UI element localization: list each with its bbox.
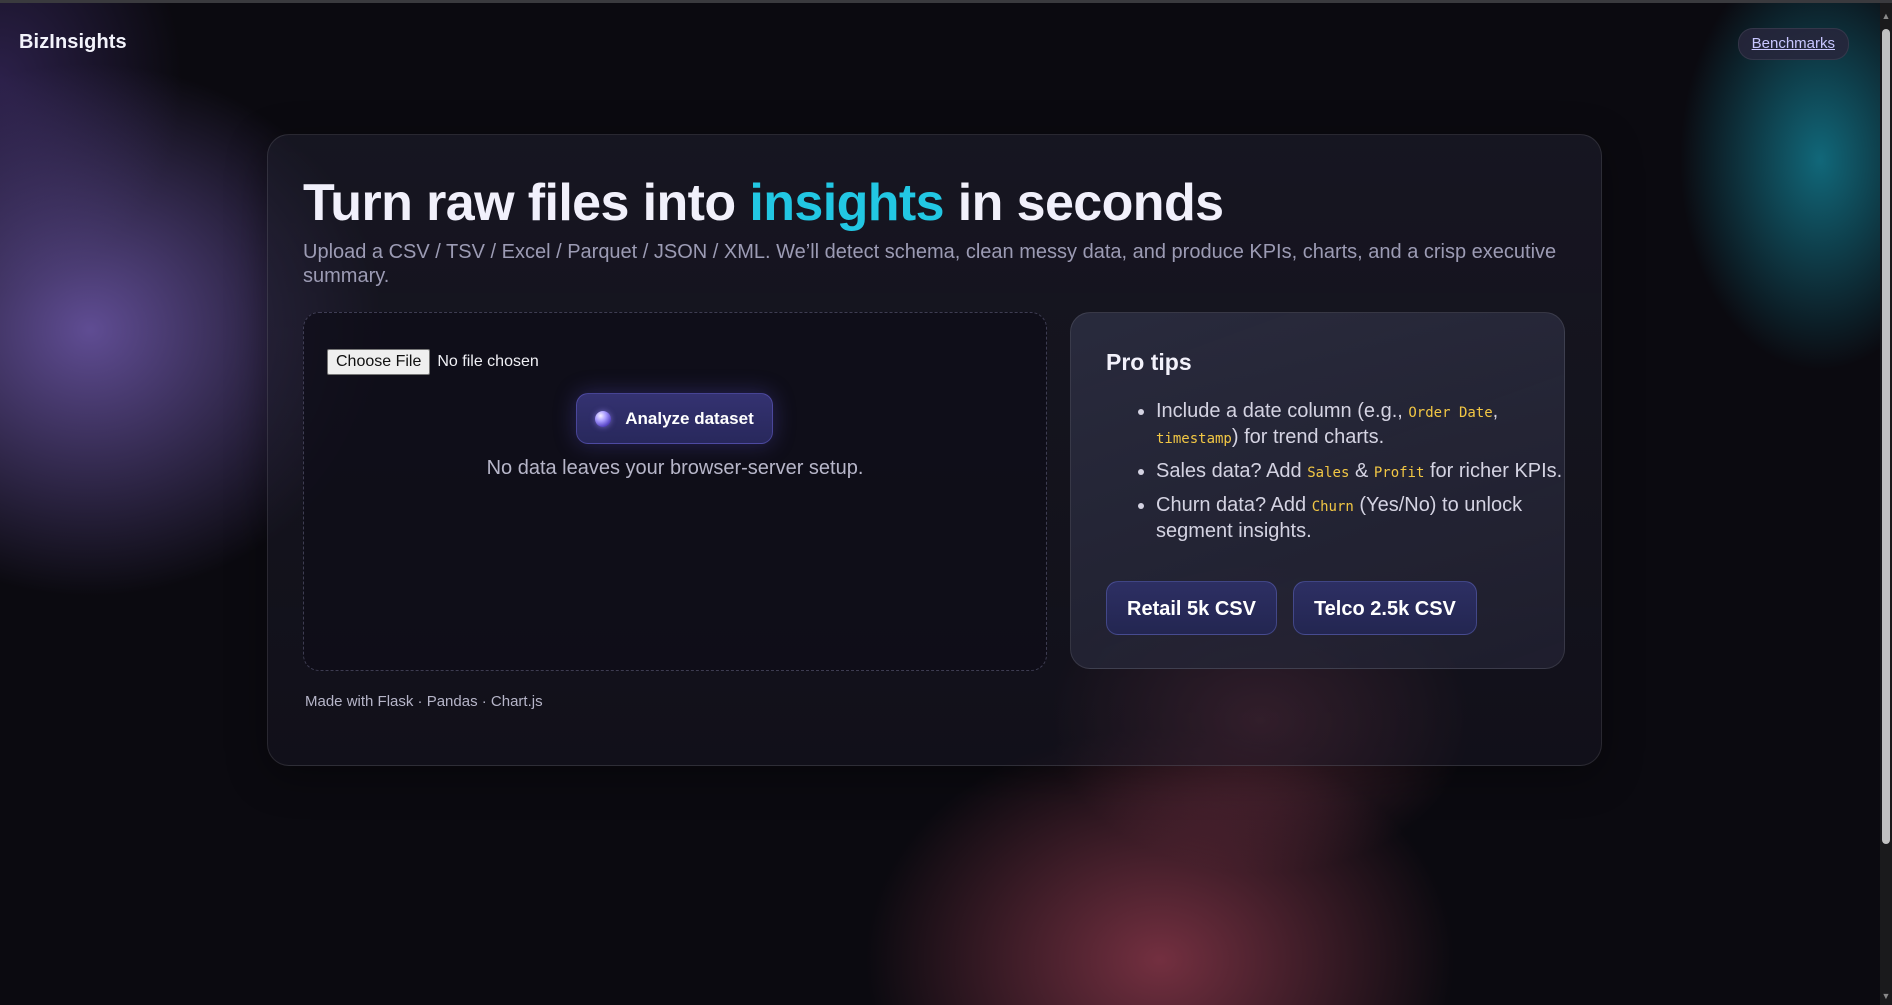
tip-item-sales: Sales data? Add Sales & Profit for riche… [1156, 459, 1586, 485]
code-timestamp: timestamp [1156, 431, 1232, 447]
code-profit: Profit [1373, 465, 1425, 481]
choose-file-button[interactable]: Choose File [327, 349, 431, 375]
pro-tips-list: Include a date column (e.g., Order Date,… [1106, 399, 1586, 551]
tip-text: Churn data? Add [1156, 494, 1312, 516]
benchmarks-link[interactable]: Benchmarks [1737, 28, 1849, 60]
sample-datasets: Retail 5k CSV Telco 2.5k CSV [1106, 581, 1477, 635]
page-scrollbar[interactable]: ▲ ▼ [1880, 3, 1892, 1005]
browser-top-edge [0, 0, 1892, 3]
tip-text: ) for trend charts. [1231, 426, 1385, 448]
scroll-up-icon[interactable]: ▲ [1881, 11, 1891, 21]
tip-item-churn: Churn data? Add Churn (Yes/No) to unlock… [1156, 493, 1586, 543]
footer-credits: Made with Flask · Pandas · Chart.js [305, 693, 543, 710]
code-order-date: Order Date [1408, 405, 1493, 421]
orb-icon [595, 410, 612, 427]
title-end: in seconds [943, 174, 1224, 232]
upload-dropzone[interactable]: Choose File No file chosen Analyze datas… [303, 312, 1047, 671]
page-subtitle: Upload a CSV / TSV / Excel / Parquet / J… [303, 241, 1557, 287]
code-churn: Churn [1311, 499, 1354, 515]
main-card: Turn raw files into insights in seconds … [267, 134, 1602, 766]
tip-item-date: Include a date column (e.g., Order Date,… [1156, 399, 1586, 451]
analyze-dataset-button[interactable]: Analyze dataset [576, 393, 773, 444]
tip-text: Sales data? Add [1156, 460, 1308, 482]
pro-tips-title: Pro tips [1106, 349, 1192, 375]
brand-logo[interactable]: BizInsights [19, 31, 127, 54]
privacy-note: No data leaves your browser-server setup… [486, 457, 864, 479]
file-status: No file chosen [437, 353, 539, 370]
tip-text: for richer KPIs. [1424, 460, 1563, 482]
code-sales: Sales [1307, 465, 1350, 481]
sample-retail-button[interactable]: Retail 5k CSV [1106, 581, 1277, 635]
scroll-thumb[interactable] [1882, 29, 1890, 844]
tip-text: , [1492, 400, 1499, 422]
pro-tips-panel: Pro tips Include a date column (e.g., Or… [1070, 312, 1565, 669]
file-input[interactable]: Choose File No file chosen [327, 349, 539, 375]
title-start: Turn raw files into [303, 174, 750, 232]
tip-text: Include a date column (e.g., [1156, 400, 1409, 422]
page-title: Turn raw files into insights in seconds [303, 173, 1224, 233]
analyze-label: Analyze dataset [625, 408, 754, 428]
title-accent: insights [749, 174, 944, 232]
tip-text: & [1349, 460, 1374, 482]
sample-telco-button[interactable]: Telco 2.5k CSV [1292, 581, 1477, 635]
scroll-down-icon[interactable]: ▼ [1881, 991, 1891, 1001]
